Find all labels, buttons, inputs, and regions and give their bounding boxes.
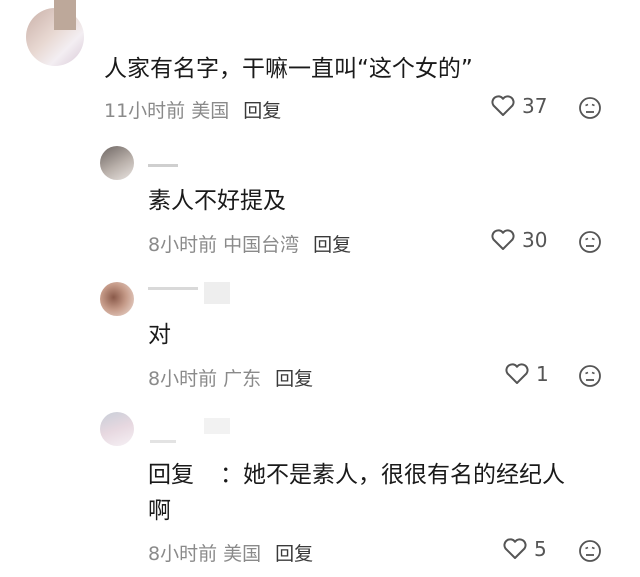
avatar[interactable]	[100, 146, 134, 180]
like-button[interactable]: 30	[490, 228, 547, 252]
comment-text: 她不是素人，很很有名的经纪人	[243, 462, 565, 488]
redacted-username	[204, 282, 230, 304]
like-count: 37	[522, 94, 548, 118]
dislike-face-icon[interactable]	[578, 539, 602, 563]
like-count: 1	[536, 362, 549, 386]
like-button[interactable]: 1	[504, 362, 549, 386]
heart-outline-icon	[491, 95, 515, 116]
comment-time: 8小时前	[148, 234, 218, 256]
redacted-username	[150, 440, 176, 443]
heart-outline-icon	[503, 538, 527, 559]
comment-time: 8小时前	[148, 543, 218, 565]
comment-time: 8小时前	[148, 368, 218, 390]
reply-button[interactable]: 回复	[243, 100, 281, 122]
like-button[interactable]: 5	[502, 537, 547, 561]
comment-text-line: 啊	[148, 498, 171, 524]
dislike-face-icon[interactable]	[578, 364, 602, 388]
reply-prefix: 回复	[148, 462, 194, 488]
heart-outline-icon	[491, 229, 515, 250]
redacted-username	[204, 418, 230, 434]
comment-text: 对	[148, 322, 171, 348]
comment-meta: 8小时前 广东 回复	[148, 366, 313, 392]
reply-button[interactable]: 回复	[275, 543, 313, 565]
reply-separator: ：	[220, 462, 243, 488]
heart-outline-icon	[505, 363, 529, 384]
comment-meta: 8小时前 中国台湾 回复	[148, 232, 351, 258]
dislike-face-icon[interactable]	[578, 230, 602, 254]
comment-meta: 8小时前 美国 回复	[148, 541, 313, 567]
comment-region: 美国	[191, 100, 230, 122]
comment-meta: 11小时前 美国 回复	[104, 98, 281, 124]
avatar[interactable]	[100, 282, 134, 316]
redacted-username	[148, 287, 198, 290]
reply-button[interactable]: 回复	[313, 234, 351, 256]
comment-text: 素人不好提及	[148, 188, 286, 214]
redacted-username	[148, 164, 178, 167]
like-count: 5	[534, 537, 547, 561]
comment-time: 11小时前	[104, 100, 186, 122]
comment-text: 人家有名字，干嘛一直叫“这个女的”	[104, 56, 473, 82]
avatar[interactable]	[100, 412, 134, 446]
dislike-face-icon[interactable]	[578, 96, 602, 120]
redacted-username	[54, 0, 76, 30]
like-button[interactable]: 37	[490, 94, 547, 118]
comment-region: 美国	[223, 543, 262, 565]
like-count: 30	[522, 228, 548, 252]
comment-region: 广东	[223, 368, 262, 390]
reply-button[interactable]: 回复	[275, 368, 313, 390]
comment-region: 中国台湾	[223, 234, 300, 256]
comment-text-line: 回复 ：她不是素人，很很有名的经纪人	[148, 458, 565, 492]
